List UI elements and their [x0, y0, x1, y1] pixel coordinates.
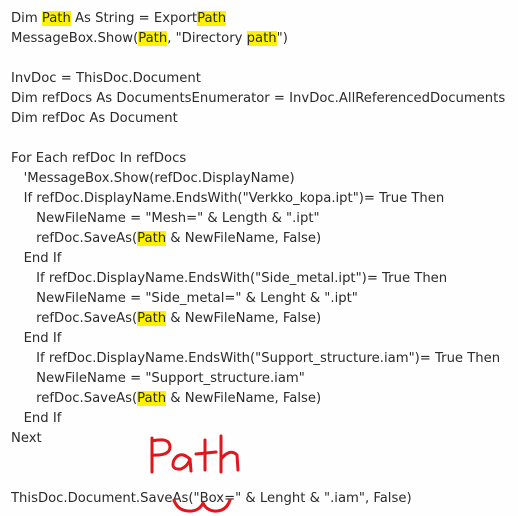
handwritten-path-text [150, 434, 240, 474]
handwritten-annotation [150, 434, 240, 513]
handwritten-brace [172, 498, 232, 513]
